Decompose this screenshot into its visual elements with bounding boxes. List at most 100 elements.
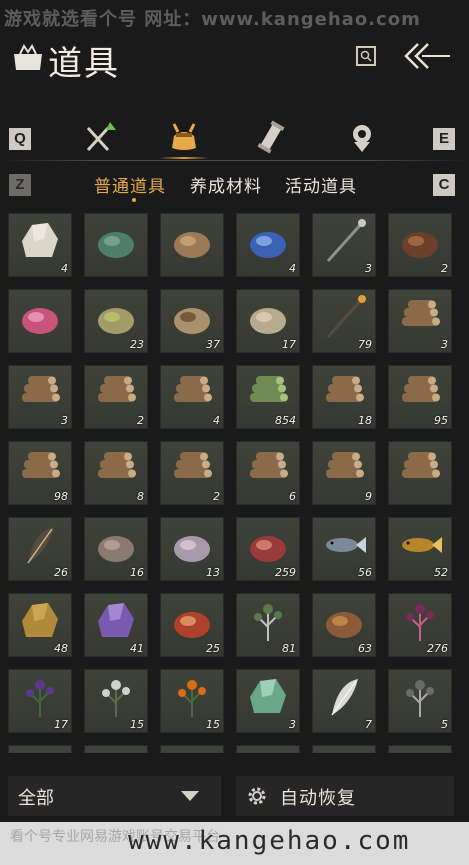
filter-label: 全部 (18, 788, 54, 809)
item-count: 37 (206, 338, 220, 351)
cloth-icon (174, 536, 210, 562)
jade-icon (250, 679, 286, 713)
item-slot[interactable] (388, 441, 452, 505)
key-c-badge[interactable]: C (433, 174, 455, 196)
active-category-indicator (159, 157, 209, 159)
item-slot[interactable]: 23 (84, 289, 148, 353)
orange-flower-icon (178, 680, 206, 717)
item-slot[interactable] (8, 289, 72, 353)
item-slot[interactable]: 37 (160, 289, 224, 353)
item-count: 52 (434, 566, 448, 579)
item-slot[interactable]: 2 (388, 213, 452, 277)
item-slot[interactable]: 2 (160, 441, 224, 505)
item-slot[interactable]: 25 (160, 593, 224, 657)
item-count: 17 (282, 338, 296, 351)
item-slot[interactable]: 8 (84, 441, 148, 505)
item-slot[interactable]: 3 (388, 289, 452, 353)
item-slot[interactable]: 3 (8, 365, 72, 429)
item-slot[interactable]: 9 (312, 441, 376, 505)
item-count: 48 (54, 642, 68, 655)
item-slot[interactable]: 15 (160, 669, 224, 733)
filter-dropdown[interactable]: 全部 (8, 776, 221, 816)
item-count: 2 (213, 490, 220, 503)
sack-icon (250, 308, 286, 334)
item-slot[interactable]: 17 (8, 669, 72, 733)
token-icon[interactable] (344, 120, 380, 154)
staff-icon (326, 219, 366, 263)
item-slot[interactable]: 15 (84, 669, 148, 733)
logs-icon (98, 452, 136, 478)
item-slot[interactable]: 41 (84, 593, 148, 657)
bamboo-logs-icon (250, 376, 288, 402)
item-count: 56 (358, 566, 372, 579)
item-count: 3 (441, 338, 448, 351)
item-slot[interactable]: 16 (84, 517, 148, 581)
item-slot[interactable]: 13 (160, 517, 224, 581)
item-slot[interactable]: 56 (312, 517, 376, 581)
gear-icon (248, 787, 266, 805)
key-e-badge[interactable]: E (433, 128, 455, 150)
active-tab-dot (132, 198, 136, 202)
tab-event-items[interactable]: 活动道具 (285, 172, 357, 197)
footer-shade (0, 752, 469, 772)
item-slot[interactable] (84, 213, 148, 277)
pouch-icon[interactable] (166, 120, 202, 154)
key-z-badge[interactable]: Z (9, 174, 31, 196)
item-slot[interactable]: 7 (312, 669, 376, 733)
item-count: 81 (282, 642, 296, 655)
auto-restore-button[interactable]: 自动恢复 (236, 776, 454, 816)
header: 道具 (0, 34, 469, 84)
item-count: 4 (213, 414, 220, 427)
item-count: 15 (206, 718, 220, 731)
item-count: 9 (365, 490, 372, 503)
item-slot[interactable]: 4 (236, 213, 300, 277)
logs-icon (326, 376, 364, 402)
item-slot[interactable]: 5 (388, 669, 452, 733)
logs-icon (402, 376, 440, 402)
item-count: 4 (61, 262, 68, 275)
item-slot[interactable]: 4 (8, 213, 72, 277)
book-icon (98, 232, 134, 258)
item-slot[interactable]: 2 (84, 365, 148, 429)
item-count: 25 (206, 642, 220, 655)
item-slot[interactable]: 95 (388, 365, 452, 429)
logs-icon (22, 376, 60, 402)
item-slot[interactable]: 4 (160, 365, 224, 429)
white-feather-icon (331, 679, 358, 716)
item-count: 13 (206, 566, 220, 579)
tab-normal-items[interactable]: 普通道具 (94, 172, 166, 197)
item-count: 3 (61, 414, 68, 427)
scroll-icon[interactable] (256, 120, 292, 154)
back-arrow-icon[interactable] (402, 40, 452, 72)
item-slot[interactable]: 259 (236, 517, 300, 581)
item-slot[interactable]: 3 (236, 669, 300, 733)
item-slot[interactable] (160, 213, 224, 277)
key-q-badge[interactable]: Q (9, 128, 31, 150)
item-slot[interactable]: 17 (236, 289, 300, 353)
item-slot[interactable]: 98 (8, 441, 72, 505)
item-count: 3 (289, 718, 296, 731)
tab-cultivation-materials[interactable]: 养成材料 (190, 172, 262, 197)
item-slot[interactable]: 48 (8, 593, 72, 657)
item-count: 259 (275, 566, 296, 579)
herb-icon (254, 604, 282, 641)
meat-icon (250, 536, 286, 562)
item-slot[interactable]: 63 (312, 593, 376, 657)
item-slot[interactable]: 3 (312, 213, 376, 277)
weapons-icon[interactable] (82, 120, 118, 154)
item-slot[interactable]: 79 (312, 289, 376, 353)
item-slot[interactable]: 26 (8, 517, 72, 581)
item-slot[interactable]: 18 (312, 365, 376, 429)
worm-icon (174, 308, 210, 334)
item-slot[interactable]: 6 (236, 441, 300, 505)
hide-icon (98, 536, 134, 562)
item-slot[interactable]: 276 (388, 593, 452, 657)
logs-icon (326, 452, 364, 478)
item-slot[interactable]: 52 (388, 517, 452, 581)
white-flower-icon (102, 680, 130, 717)
arrow-icon (326, 295, 366, 339)
item-count: 2 (441, 262, 448, 275)
item-slot[interactable]: 854 (236, 365, 300, 429)
search-button[interactable] (356, 46, 376, 66)
item-slot[interactable]: 81 (236, 593, 300, 657)
